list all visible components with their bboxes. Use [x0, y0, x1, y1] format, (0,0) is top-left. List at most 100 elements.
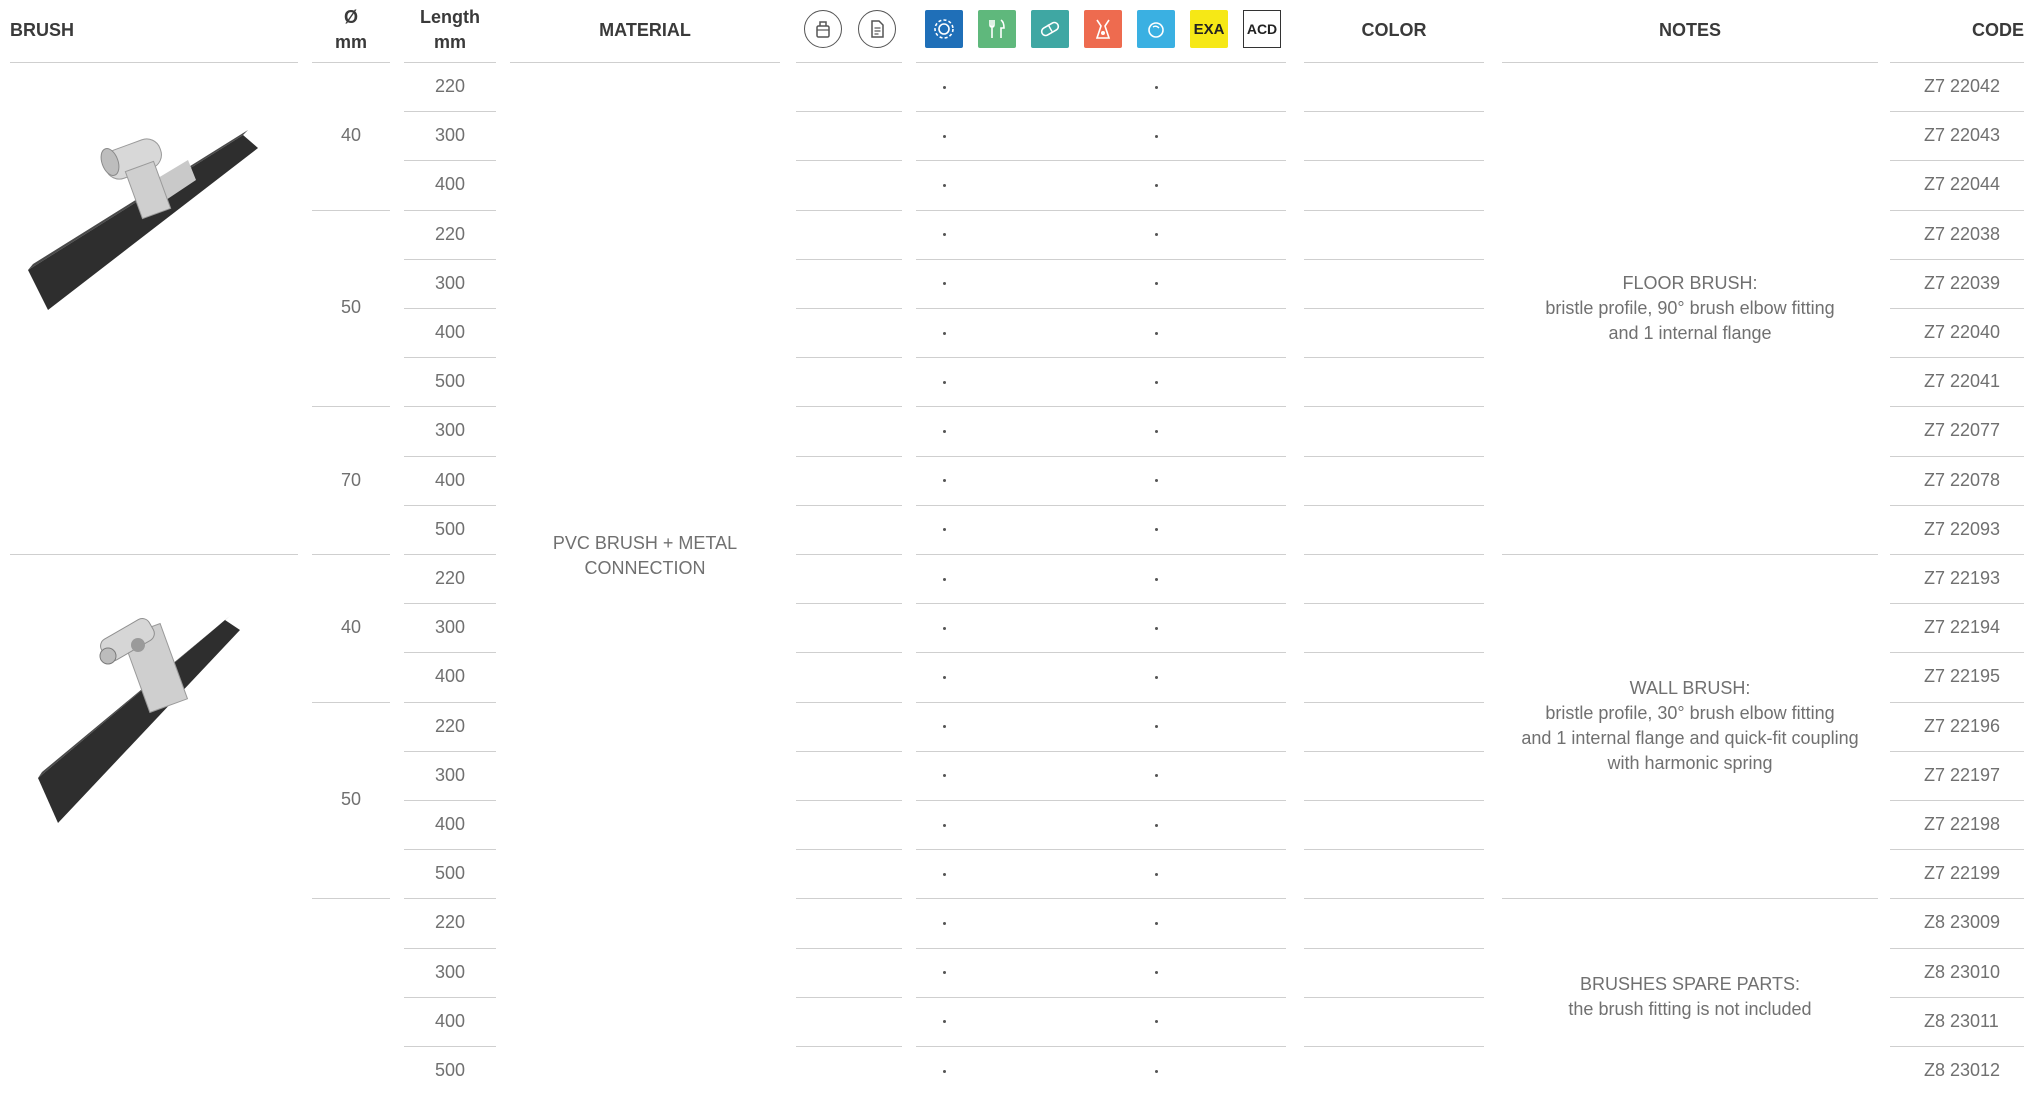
- acd-icon: ACD: [1243, 10, 1281, 48]
- row-divider: [1304, 603, 1484, 604]
- header-material: MATERIAL: [599, 19, 691, 40]
- mark-dot: [943, 676, 946, 679]
- length-value: 300: [434, 961, 466, 982]
- mark-dot: [1155, 479, 1158, 483]
- row-divider: [916, 751, 1286, 752]
- code-value: Z7 22199: [1924, 863, 2001, 884]
- header-divider: [510, 62, 780, 63]
- food-icon: [978, 10, 1016, 48]
- row-divider: [1304, 210, 1484, 211]
- row-divider: [796, 160, 902, 161]
- code-value: Z8 23009: [1924, 912, 2001, 933]
- notes-line: and 1 internal flange and quick-fit coup…: [1521, 728, 1859, 749]
- code-value: Z8 23011: [1924, 1010, 1999, 1031]
- length-value: 300: [434, 272, 466, 293]
- mark-dot: [1155, 233, 1158, 237]
- row-divider: [796, 210, 902, 211]
- mark-dot: [943, 134, 946, 138]
- row-divider: [1304, 751, 1484, 752]
- length-value: 300: [434, 764, 466, 785]
- row-divider: [796, 505, 902, 506]
- row-divider: [916, 652, 1286, 653]
- header-length: Length mm: [404, 0, 496, 60]
- code-value: Z7 22038: [1924, 223, 2001, 244]
- code-value: Z7 22093: [1924, 518, 2001, 539]
- row-divider: [916, 111, 1286, 112]
- row-divider: [1304, 111, 1484, 112]
- row-divider: [916, 997, 1286, 998]
- row-divider: [796, 554, 902, 555]
- length-value: 500: [434, 1060, 466, 1081]
- row-divider: [1304, 456, 1484, 457]
- chemical-icon: [1084, 10, 1122, 48]
- code-value: Z7 22042: [1924, 76, 2001, 97]
- length-value: 300: [434, 125, 466, 146]
- mark-dot: [1155, 774, 1158, 778]
- notes-line: WALL BRUSH:: [1629, 678, 1751, 699]
- code-value: Z7 22040: [1924, 322, 2001, 343]
- mark-dot: [943, 872, 946, 876]
- mark-dot: [943, 922, 946, 925]
- length-value: 300: [434, 420, 466, 441]
- row-divider: [1304, 652, 1484, 653]
- row-divider: [1304, 1046, 1484, 1047]
- length-value: 400: [434, 1010, 466, 1031]
- length-value: 400: [434, 469, 466, 490]
- header-length-label: Length: [420, 7, 480, 27]
- mark-dot: [1155, 872, 1158, 876]
- notes-line: and 1 internal flange: [1608, 322, 1772, 343]
- row-divider: [916, 505, 1286, 506]
- row-divider: [916, 210, 1286, 211]
- mark-dot: [1155, 676, 1158, 679]
- mark-dot: [1155, 1020, 1158, 1024]
- header-brush: BRUSH: [10, 19, 75, 40]
- mark-dot: [943, 430, 946, 433]
- mark-dot: [943, 331, 946, 335]
- code-value: Z7 22197: [1924, 764, 2001, 785]
- floor-brush-image: [28, 130, 258, 310]
- row-divider: [796, 406, 902, 407]
- notes-line: with harmonic spring: [1607, 753, 1773, 774]
- row-divider: [796, 357, 902, 358]
- row-divider: [796, 997, 902, 998]
- code-value: Z7 22039: [1924, 272, 2001, 293]
- mark-dot: [943, 282, 946, 286]
- brush-group-divider: [10, 554, 298, 555]
- row-divider: [1304, 554, 1484, 555]
- diameter-value: 40: [340, 617, 362, 638]
- length-value: 500: [434, 863, 466, 884]
- notes-cell: BRUSHES SPARE PARTS: the brush fitting is…: [1502, 898, 1878, 1095]
- length-value: 400: [434, 174, 466, 195]
- mark-dot: [943, 971, 946, 975]
- header-notes: NOTES: [1658, 19, 1721, 40]
- code-value: Z7 22078: [1924, 469, 2001, 490]
- document-icon: [858, 10, 896, 48]
- row-divider: [796, 800, 902, 801]
- container-icon: [804, 10, 842, 48]
- code-value: Z7 22193: [1924, 568, 2001, 589]
- notes-line: FLOOR BRUSH:: [1622, 272, 1758, 293]
- code-value: Z7 22044: [1924, 174, 2001, 195]
- code-value: Z7 22198: [1924, 814, 2001, 835]
- material-line-1: PVC BRUSH + METAL: [552, 533, 738, 553]
- diameter-value: 40: [340, 125, 362, 146]
- mark-dot: [1155, 922, 1158, 925]
- row-divider: [796, 1046, 902, 1047]
- mark-dot: [943, 380, 946, 384]
- row-divider: [916, 898, 1286, 899]
- row-divider: [796, 652, 902, 653]
- row-divider: [916, 702, 1286, 703]
- row-divider: [916, 259, 1286, 260]
- mark-dot: [1155, 184, 1158, 187]
- length-value: 220: [434, 76, 466, 97]
- row-divider: [796, 111, 902, 112]
- mark-dot: [943, 823, 946, 827]
- water-icon: [1137, 10, 1175, 48]
- length-value: 500: [434, 518, 466, 539]
- row-divider: [916, 456, 1286, 457]
- gear-icon: [925, 10, 963, 48]
- length-value: 500: [434, 371, 466, 392]
- row-divider: [796, 308, 902, 309]
- row-divider: [1304, 997, 1484, 998]
- length-value: 400: [434, 666, 466, 687]
